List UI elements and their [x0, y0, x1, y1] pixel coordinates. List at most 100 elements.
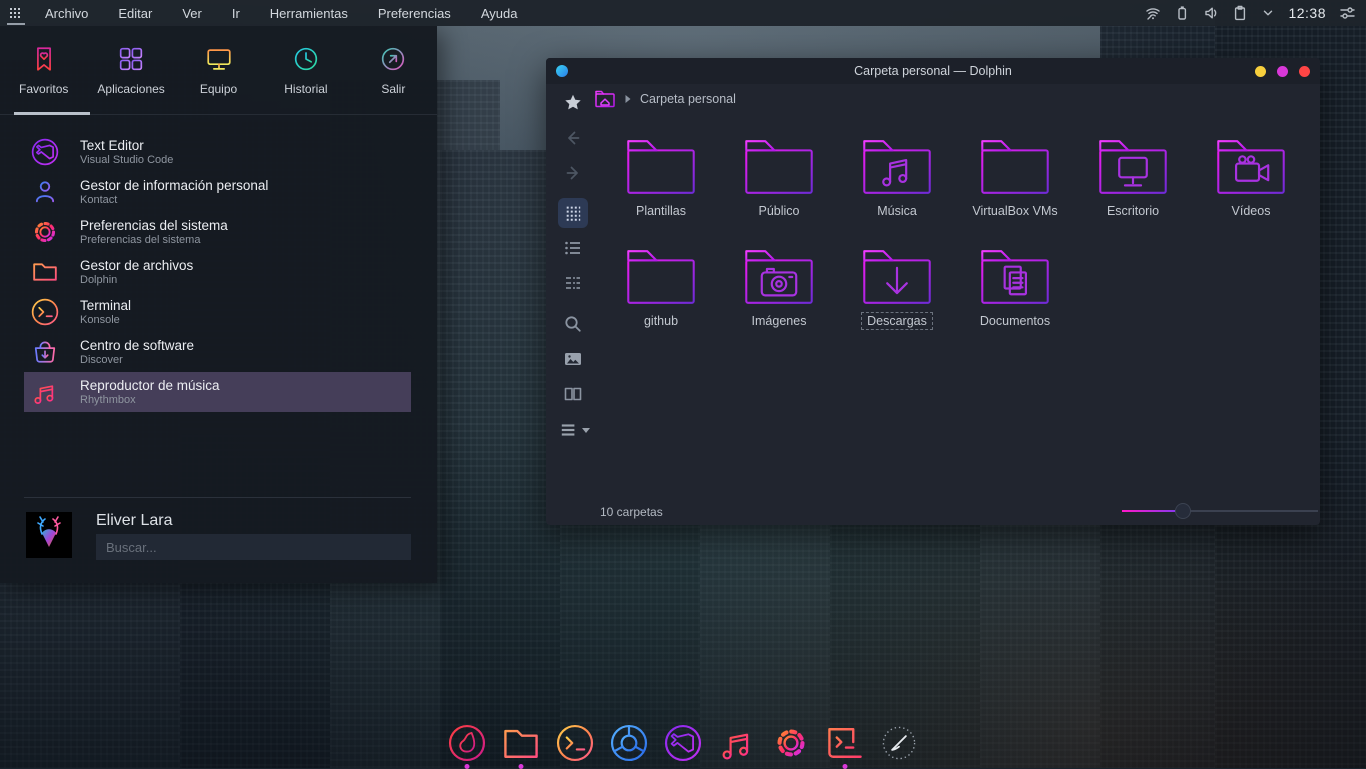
slider-fill — [1122, 510, 1183, 512]
folder-label: Vídeos — [1226, 202, 1277, 220]
menubar-item-herramientas[interactable]: Herramientas — [255, 0, 363, 26]
folder-label: Plantillas — [630, 202, 692, 220]
app-subtitle: Visual Studio Code — [80, 154, 173, 166]
app-grid-icon — [7, 5, 23, 21]
network-icon[interactable] — [1145, 5, 1161, 21]
dock-settings[interactable] — [768, 720, 814, 766]
folder-video-icon — [1213, 136, 1289, 198]
folder-github[interactable]: github — [605, 246, 717, 330]
folder-musica[interactable]: Música — [841, 136, 953, 220]
menubar-item-ver[interactable]: Ver — [167, 0, 217, 26]
forward-arrow-icon[interactable] — [563, 163, 583, 183]
terminal-circle-icon — [28, 295, 62, 329]
folder-escritorio[interactable]: Escritorio — [1077, 136, 1189, 220]
clipboard-icon[interactable] — [1232, 5, 1248, 21]
launcher-tabs: Favoritos Aplicaciones Equipo — [0, 26, 437, 115]
tab-favoritos[interactable]: Favoritos — [0, 26, 87, 114]
tab-label: Favoritos — [19, 82, 68, 96]
avatar[interactable] — [26, 512, 72, 558]
folder-label: Música — [871, 202, 923, 220]
menubar-item-archivo[interactable]: Archivo — [30, 0, 103, 26]
tab-historial[interactable]: Historial — [262, 26, 349, 114]
app-subtitle: Dolphin — [80, 274, 193, 286]
sliders-icon[interactable] — [1339, 5, 1356, 21]
search-icon[interactable] — [563, 314, 583, 334]
folder-videos[interactable]: Vídeos — [1195, 136, 1307, 220]
app-item-kontact[interactable]: Gestor de información personal Kontact — [0, 172, 437, 212]
icon-view-icon — [564, 204, 582, 222]
dock-firefox[interactable] — [444, 720, 490, 766]
dock-vscode[interactable] — [660, 720, 706, 766]
compact-view-icon[interactable] — [563, 273, 583, 293]
app-item-rhythmbox[interactable]: Reproductor de música Rhythmbox — [0, 372, 437, 412]
search-input[interactable] — [96, 534, 411, 560]
minimize-button[interactable] — [1255, 66, 1266, 77]
menubar-item-ayuda[interactable]: Ayuda — [466, 0, 533, 26]
sort-menu-button[interactable] — [560, 421, 590, 439]
app-item-system-settings[interactable]: Preferencias del sistema Preferencias de… — [0, 212, 437, 252]
folder-publico[interactable]: Público — [723, 136, 835, 220]
folder-photos-icon — [741, 246, 817, 308]
menubar-item-editar[interactable]: Editar — [103, 0, 167, 26]
dock-terminal[interactable] — [822, 720, 868, 766]
folder-imagenes[interactable]: Imágenes — [723, 246, 835, 330]
folder-documentos[interactable]: Documentos — [959, 246, 1071, 330]
chevron-down-icon[interactable] — [1261, 6, 1275, 20]
battery-icon[interactable] — [1174, 5, 1190, 21]
folder-label: Imágenes — [746, 312, 813, 330]
tab-label: Equipo — [200, 82, 237, 96]
star-icon[interactable] — [563, 93, 583, 113]
dock-konsole[interactable] — [552, 720, 598, 766]
dock-rhythmbox[interactable] — [714, 720, 760, 766]
folder-icon — [741, 136, 817, 198]
global-menubar: Archivo Editar Ver Ir Herramientas Prefe… — [0, 0, 1366, 26]
folder-desktop-icon — [1095, 136, 1171, 198]
close-button[interactable] — [1299, 66, 1310, 77]
folder-label: Descargas — [861, 312, 933, 330]
statusbar: 10 carpetas — [546, 498, 1320, 525]
split-view-icon[interactable] — [563, 384, 583, 404]
application-launcher-panel: Favoritos Aplicaciones Equipo — [0, 26, 437, 583]
tab-aplicaciones[interactable]: Aplicaciones — [87, 26, 174, 114]
folder-music-icon — [859, 136, 935, 198]
app-item-konsole[interactable]: Terminal Konsole — [0, 292, 437, 332]
clock[interactable]: 12:38 — [1288, 5, 1326, 21]
window-app-icon — [556, 65, 568, 77]
dock-file-manager[interactable] — [498, 720, 544, 766]
list-view-icon[interactable] — [563, 238, 583, 258]
tab-label: Salir — [381, 82, 405, 96]
preview-image-icon[interactable] — [563, 349, 583, 369]
favorites-list: Text Editor Visual Studio Code Gestor de… — [0, 132, 437, 412]
dock-chromium[interactable] — [606, 720, 652, 766]
file-manager-folder-icon — [499, 721, 543, 765]
slider-handle[interactable] — [1175, 503, 1191, 519]
icon-view-button-active[interactable] — [558, 198, 588, 228]
folder-icon — [623, 136, 699, 198]
dock-compass-dial[interactable] — [876, 720, 922, 766]
titlebar[interactable]: Carpeta personal — Dolphin — [546, 58, 1320, 84]
zoom-slider[interactable] — [1122, 503, 1318, 519]
breadcrumb-label[interactable]: Carpeta personal — [640, 92, 736, 106]
tab-salir[interactable]: Salir — [350, 26, 437, 114]
volume-icon[interactable] — [1203, 5, 1219, 21]
chevron-down-icon — [582, 428, 590, 433]
menubar-item-ir[interactable]: Ir — [217, 0, 255, 26]
maximize-button[interactable] — [1277, 66, 1288, 77]
app-launcher-button[interactable] — [0, 0, 30, 26]
folder-label: github — [638, 312, 684, 330]
folder-plantillas[interactable]: Plantillas — [605, 136, 717, 220]
back-arrow-icon[interactable] — [563, 128, 583, 148]
user-name: Eliver Lara — [96, 512, 172, 530]
tab-equipo[interactable]: Equipo — [175, 26, 262, 114]
folder-documents-icon — [977, 246, 1053, 308]
folder-icon — [623, 246, 699, 308]
folder-virtualbox-vms[interactable]: VirtualBox VMs — [959, 136, 1071, 220]
app-item-dolphin[interactable]: Gestor de archivos Dolphin — [0, 252, 437, 292]
menubar-item-preferencias[interactable]: Preferencias — [363, 0, 466, 26]
app-item-text-editor[interactable]: Text Editor Visual Studio Code — [0, 132, 437, 172]
music-note-icon — [28, 375, 62, 409]
folder-descargas[interactable]: Descargas — [841, 246, 953, 330]
app-item-discover[interactable]: Centro de software Discover — [0, 332, 437, 372]
home-folder-icon[interactable] — [594, 89, 616, 109]
app-title: Text Editor — [80, 138, 173, 155]
